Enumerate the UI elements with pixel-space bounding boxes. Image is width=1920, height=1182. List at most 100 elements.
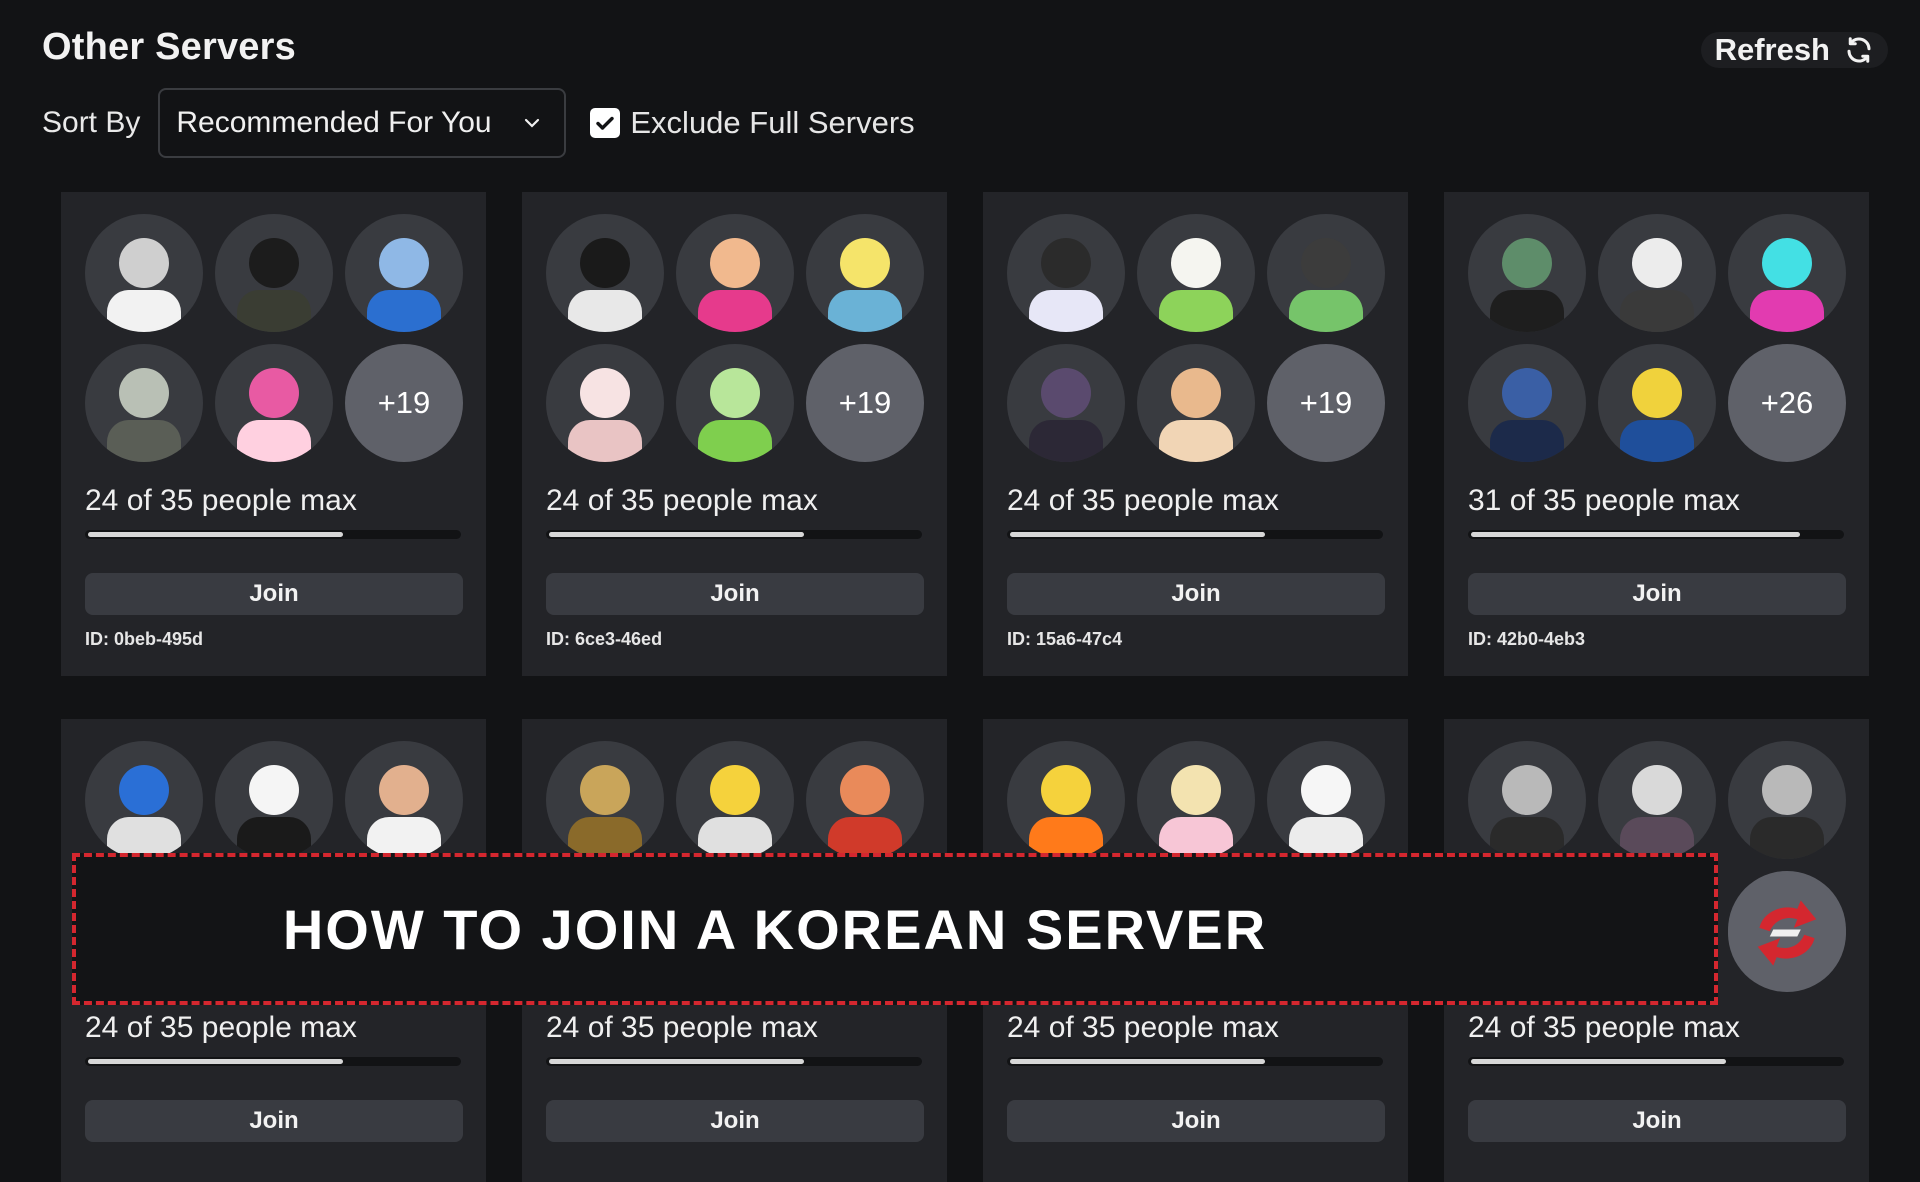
server-id: ID: 0beb-495d	[85, 629, 204, 649]
player-avatar[interactable]	[1728, 214, 1846, 332]
avatar-body	[828, 290, 902, 332]
more-players-count[interactable]: +19	[1267, 344, 1385, 462]
player-avatar[interactable]	[546, 214, 664, 332]
join-button[interactable]: Join	[1007, 1100, 1385, 1142]
avatar-head	[249, 238, 299, 288]
join-button[interactable]: Join	[85, 1100, 463, 1142]
capacity-bar-fill	[1471, 532, 1801, 537]
player-avatar[interactable]	[85, 344, 203, 462]
avatar-body	[1289, 290, 1363, 332]
avatar-body	[1620, 290, 1694, 332]
avatar-body	[1159, 420, 1233, 462]
avatar-body	[1029, 290, 1103, 332]
join-button[interactable]: Join	[1468, 1100, 1846, 1142]
refresh-icon	[1847, 37, 1871, 63]
avatar-head	[1502, 765, 1552, 815]
avatar-head	[710, 368, 760, 418]
player-count: 24 of 35 people max	[546, 1011, 818, 1044]
refresh-button[interactable]: Refresh	[1700, 32, 1888, 68]
player-avatar[interactable]	[806, 214, 924, 332]
banner-text: HOW TO JOIN A KOREAN SERVER	[282, 897, 1268, 961]
avatar-body	[1750, 817, 1824, 859]
avatar-head	[1041, 238, 1091, 288]
avatar-head	[580, 368, 630, 418]
avatar-body	[237, 290, 311, 332]
player-avatar[interactable]	[1468, 214, 1586, 332]
player-avatars: +19	[1007, 214, 1385, 462]
player-avatar[interactable]	[215, 344, 333, 462]
capacity-bar	[85, 1057, 461, 1066]
more-players-count[interactable]: +19	[345, 344, 463, 462]
player-avatar[interactable]	[1007, 344, 1125, 462]
avatar-head	[710, 238, 760, 288]
player-avatar[interactable]	[1137, 214, 1255, 332]
player-avatar[interactable]	[806, 741, 924, 859]
refresh-label: Refresh	[1714, 32, 1830, 67]
player-avatar[interactable]	[85, 214, 203, 332]
exclude-checkbox[interactable]	[590, 108, 621, 138]
page-title: Other Servers	[42, 26, 296, 68]
player-count: 24 of 35 people max	[1468, 1011, 1740, 1044]
avatar-body	[1750, 290, 1824, 332]
player-avatar[interactable]	[345, 214, 463, 332]
player-avatar[interactable]	[85, 741, 203, 859]
more-players-count[interactable]: +19	[806, 344, 924, 462]
join-button[interactable]: Join	[546, 1100, 924, 1142]
join-button[interactable]: Join	[1468, 573, 1846, 615]
sort-label: Sort By	[42, 106, 141, 139]
player-avatar[interactable]	[1598, 741, 1716, 859]
player-avatar[interactable]	[676, 344, 794, 462]
avatar-head	[119, 765, 169, 815]
player-avatar[interactable]	[215, 214, 333, 332]
player-avatar[interactable]	[546, 344, 664, 462]
avatar-body	[107, 420, 181, 462]
player-avatar[interactable]	[1468, 741, 1586, 859]
avatar-head	[1762, 238, 1812, 288]
player-avatar[interactable]	[1468, 344, 1586, 462]
join-button[interactable]: Join	[85, 573, 463, 615]
avatar-body	[1029, 420, 1103, 462]
avatar-head	[249, 765, 299, 815]
capacity-bar	[1468, 1057, 1844, 1066]
more-players-count[interactable]: +26	[1728, 344, 1846, 462]
capacity-bar	[1007, 530, 1383, 539]
avatar-body	[107, 290, 181, 332]
player-count: 24 of 35 people max	[546, 484, 818, 517]
avatar-head	[1041, 368, 1091, 418]
capacity-bar-fill	[1010, 532, 1266, 537]
player-avatar[interactable]	[1598, 344, 1716, 462]
player-avatar[interactable]	[1137, 344, 1255, 462]
avatar-head	[119, 238, 169, 288]
player-avatar[interactable]	[345, 741, 463, 859]
checkmark-icon	[596, 116, 615, 130]
player-avatar[interactable]	[676, 741, 794, 859]
capacity-bar-fill	[88, 1059, 344, 1064]
player-avatar[interactable]	[1728, 741, 1846, 859]
sort-dropdown[interactable]: Recommended For You	[158, 88, 567, 158]
exclude-full-servers-toggle[interactable]: Exclude Full Servers	[590, 105, 915, 141]
player-avatar[interactable]	[546, 741, 664, 859]
server-card: +19 24 of 35 people max Join ID: 0beb-495d	[61, 192, 486, 676]
avatar-head	[1301, 765, 1351, 815]
player-avatar[interactable]	[676, 214, 794, 332]
player-count: 24 of 35 people max	[1007, 1011, 1279, 1044]
join-button[interactable]: Join	[1007, 573, 1385, 615]
capacity-bar-fill	[88, 532, 344, 537]
avatar-head	[1171, 368, 1221, 418]
avatar-head	[580, 765, 630, 815]
sort-controls: Sort By Recommended For You Exclude Full…	[42, 88, 915, 158]
avatar-head	[1632, 765, 1682, 815]
avatar-head	[1041, 765, 1091, 815]
server-card: +26 31 of 35 people max Join ID: 42b0-4eb3	[1444, 192, 1869, 676]
player-avatar[interactable]	[1007, 741, 1125, 859]
player-avatar[interactable]	[1137, 741, 1255, 859]
join-button[interactable]: Join	[546, 573, 924, 615]
player-avatar[interactable]	[1598, 214, 1716, 332]
player-avatar[interactable]	[1267, 214, 1385, 332]
player-avatar[interactable]	[215, 741, 333, 859]
player-avatar[interactable]	[1267, 741, 1385, 859]
title-banner: HOW TO JOIN A KOREAN SERVER	[72, 853, 1718, 1005]
avatar-body	[1620, 420, 1694, 462]
capacity-bar-fill	[549, 1059, 805, 1064]
player-avatar[interactable]	[1007, 214, 1125, 332]
